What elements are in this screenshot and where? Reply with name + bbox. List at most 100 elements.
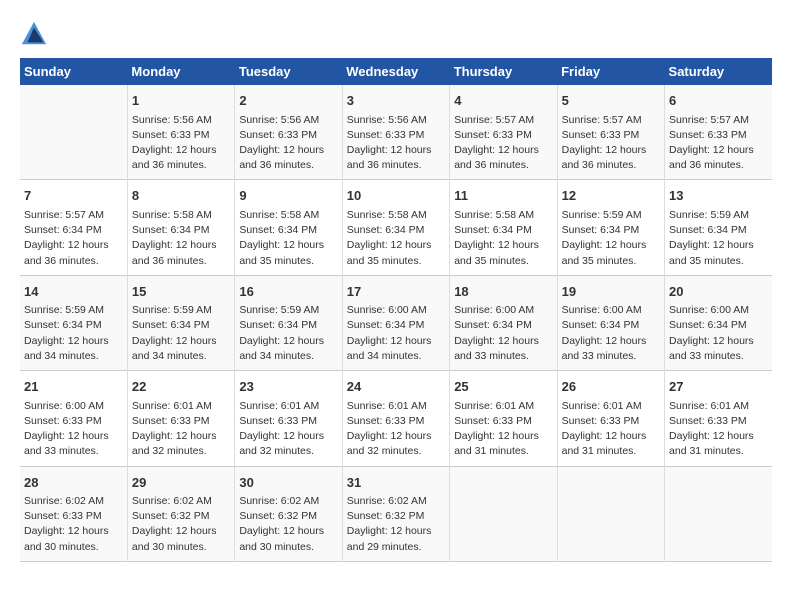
calendar-cell	[450, 466, 557, 561]
day-number: 2	[239, 91, 337, 111]
day-of-week-header: Thursday	[450, 58, 557, 85]
calendar-cell: 8Sunrise: 5:58 AM Sunset: 6:34 PM Daylig…	[127, 180, 234, 275]
day-info: Sunrise: 6:02 AM Sunset: 6:32 PM Dayligh…	[132, 494, 230, 555]
day-info: Sunrise: 5:58 AM Sunset: 6:34 PM Dayligh…	[239, 208, 337, 269]
day-info: Sunrise: 5:57 AM Sunset: 6:34 PM Dayligh…	[24, 208, 123, 269]
day-of-week-header: Friday	[557, 58, 664, 85]
day-number: 24	[347, 377, 445, 397]
calendar-cell: 29Sunrise: 6:02 AM Sunset: 6:32 PM Dayli…	[127, 466, 234, 561]
calendar-cell: 18Sunrise: 6:00 AM Sunset: 6:34 PM Dayli…	[450, 275, 557, 370]
calendar-cell: 15Sunrise: 5:59 AM Sunset: 6:34 PM Dayli…	[127, 275, 234, 370]
calendar-cell: 3Sunrise: 5:56 AM Sunset: 6:33 PM Daylig…	[342, 85, 449, 180]
calendar-cell: 31Sunrise: 6:02 AM Sunset: 6:32 PM Dayli…	[342, 466, 449, 561]
calendar-cell	[557, 466, 664, 561]
calendar-cell: 12Sunrise: 5:59 AM Sunset: 6:34 PM Dayli…	[557, 180, 664, 275]
day-number: 3	[347, 91, 445, 111]
calendar-week-row: 14Sunrise: 5:59 AM Sunset: 6:34 PM Dayli…	[20, 275, 772, 370]
day-number: 31	[347, 473, 445, 493]
day-of-week-header: Sunday	[20, 58, 127, 85]
day-info: Sunrise: 6:01 AM Sunset: 6:33 PM Dayligh…	[347, 399, 445, 460]
calendar-cell: 24Sunrise: 6:01 AM Sunset: 6:33 PM Dayli…	[342, 371, 449, 466]
day-info: Sunrise: 5:58 AM Sunset: 6:34 PM Dayligh…	[132, 208, 230, 269]
day-info: Sunrise: 6:02 AM Sunset: 6:32 PM Dayligh…	[239, 494, 337, 555]
day-number: 9	[239, 186, 337, 206]
day-number: 11	[454, 186, 552, 206]
day-info: Sunrise: 6:01 AM Sunset: 6:33 PM Dayligh…	[454, 399, 552, 460]
day-number: 13	[669, 186, 768, 206]
calendar-cell: 4Sunrise: 5:57 AM Sunset: 6:33 PM Daylig…	[450, 85, 557, 180]
calendar-header-row: SundayMondayTuesdayWednesdayThursdayFrid…	[20, 58, 772, 85]
day-number: 22	[132, 377, 230, 397]
day-number: 17	[347, 282, 445, 302]
calendar-cell: 21Sunrise: 6:00 AM Sunset: 6:33 PM Dayli…	[20, 371, 127, 466]
calendar-cell: 25Sunrise: 6:01 AM Sunset: 6:33 PM Dayli…	[450, 371, 557, 466]
calendar-cell: 22Sunrise: 6:01 AM Sunset: 6:33 PM Dayli…	[127, 371, 234, 466]
calendar-cell: 17Sunrise: 6:00 AM Sunset: 6:34 PM Dayli…	[342, 275, 449, 370]
day-info: Sunrise: 5:59 AM Sunset: 6:34 PM Dayligh…	[562, 208, 660, 269]
day-number: 26	[562, 377, 660, 397]
day-number: 23	[239, 377, 337, 397]
calendar-cell	[20, 85, 127, 180]
day-info: Sunrise: 5:56 AM Sunset: 6:33 PM Dayligh…	[132, 113, 230, 174]
calendar-cell	[665, 466, 772, 561]
day-info: Sunrise: 6:00 AM Sunset: 6:33 PM Dayligh…	[24, 399, 123, 460]
calendar-cell: 10Sunrise: 5:58 AM Sunset: 6:34 PM Dayli…	[342, 180, 449, 275]
calendar-week-row: 28Sunrise: 6:02 AM Sunset: 6:33 PM Dayli…	[20, 466, 772, 561]
day-number: 28	[24, 473, 123, 493]
calendar-cell: 23Sunrise: 6:01 AM Sunset: 6:33 PM Dayli…	[235, 371, 342, 466]
page-header	[20, 20, 772, 48]
day-number: 20	[669, 282, 768, 302]
calendar-week-row: 1Sunrise: 5:56 AM Sunset: 6:33 PM Daylig…	[20, 85, 772, 180]
calendar-cell: 1Sunrise: 5:56 AM Sunset: 6:33 PM Daylig…	[127, 85, 234, 180]
day-number: 25	[454, 377, 552, 397]
day-number: 10	[347, 186, 445, 206]
day-of-week-header: Tuesday	[235, 58, 342, 85]
calendar-cell: 7Sunrise: 5:57 AM Sunset: 6:34 PM Daylig…	[20, 180, 127, 275]
day-info: Sunrise: 6:00 AM Sunset: 6:34 PM Dayligh…	[454, 303, 552, 364]
day-info: Sunrise: 5:56 AM Sunset: 6:33 PM Dayligh…	[347, 113, 445, 174]
day-info: Sunrise: 6:00 AM Sunset: 6:34 PM Dayligh…	[347, 303, 445, 364]
day-info: Sunrise: 6:01 AM Sunset: 6:33 PM Dayligh…	[562, 399, 660, 460]
day-info: Sunrise: 5:56 AM Sunset: 6:33 PM Dayligh…	[239, 113, 337, 174]
day-info: Sunrise: 5:58 AM Sunset: 6:34 PM Dayligh…	[347, 208, 445, 269]
day-number: 15	[132, 282, 230, 302]
day-of-week-header: Wednesday	[342, 58, 449, 85]
calendar-cell: 14Sunrise: 5:59 AM Sunset: 6:34 PM Dayli…	[20, 275, 127, 370]
calendar-week-row: 7Sunrise: 5:57 AM Sunset: 6:34 PM Daylig…	[20, 180, 772, 275]
day-number: 8	[132, 186, 230, 206]
day-number: 14	[24, 282, 123, 302]
day-number: 5	[562, 91, 660, 111]
day-info: Sunrise: 6:01 AM Sunset: 6:33 PM Dayligh…	[132, 399, 230, 460]
day-info: Sunrise: 6:00 AM Sunset: 6:34 PM Dayligh…	[562, 303, 660, 364]
day-number: 7	[24, 186, 123, 206]
day-of-week-header: Monday	[127, 58, 234, 85]
day-number: 4	[454, 91, 552, 111]
day-info: Sunrise: 6:01 AM Sunset: 6:33 PM Dayligh…	[669, 399, 768, 460]
day-info: Sunrise: 6:01 AM Sunset: 6:33 PM Dayligh…	[239, 399, 337, 460]
day-of-week-header: Saturday	[665, 58, 772, 85]
day-info: Sunrise: 6:02 AM Sunset: 6:33 PM Dayligh…	[24, 494, 123, 555]
calendar-cell: 27Sunrise: 6:01 AM Sunset: 6:33 PM Dayli…	[665, 371, 772, 466]
day-number: 16	[239, 282, 337, 302]
day-info: Sunrise: 6:00 AM Sunset: 6:34 PM Dayligh…	[669, 303, 768, 364]
day-info: Sunrise: 5:59 AM Sunset: 6:34 PM Dayligh…	[24, 303, 123, 364]
day-number: 12	[562, 186, 660, 206]
day-number: 21	[24, 377, 123, 397]
day-number: 27	[669, 377, 768, 397]
day-number: 29	[132, 473, 230, 493]
day-info: Sunrise: 5:57 AM Sunset: 6:33 PM Dayligh…	[454, 113, 552, 174]
day-number: 30	[239, 473, 337, 493]
day-number: 6	[669, 91, 768, 111]
calendar-cell: 28Sunrise: 6:02 AM Sunset: 6:33 PM Dayli…	[20, 466, 127, 561]
calendar-cell: 16Sunrise: 5:59 AM Sunset: 6:34 PM Dayli…	[235, 275, 342, 370]
day-number: 18	[454, 282, 552, 302]
day-info: Sunrise: 5:59 AM Sunset: 6:34 PM Dayligh…	[669, 208, 768, 269]
calendar-cell: 26Sunrise: 6:01 AM Sunset: 6:33 PM Dayli…	[557, 371, 664, 466]
calendar-table: SundayMondayTuesdayWednesdayThursdayFrid…	[20, 58, 772, 562]
logo-icon	[20, 20, 48, 48]
calendar-cell: 30Sunrise: 6:02 AM Sunset: 6:32 PM Dayli…	[235, 466, 342, 561]
day-info: Sunrise: 5:57 AM Sunset: 6:33 PM Dayligh…	[562, 113, 660, 174]
calendar-cell: 9Sunrise: 5:58 AM Sunset: 6:34 PM Daylig…	[235, 180, 342, 275]
calendar-cell: 19Sunrise: 6:00 AM Sunset: 6:34 PM Dayli…	[557, 275, 664, 370]
day-info: Sunrise: 5:57 AM Sunset: 6:33 PM Dayligh…	[669, 113, 768, 174]
